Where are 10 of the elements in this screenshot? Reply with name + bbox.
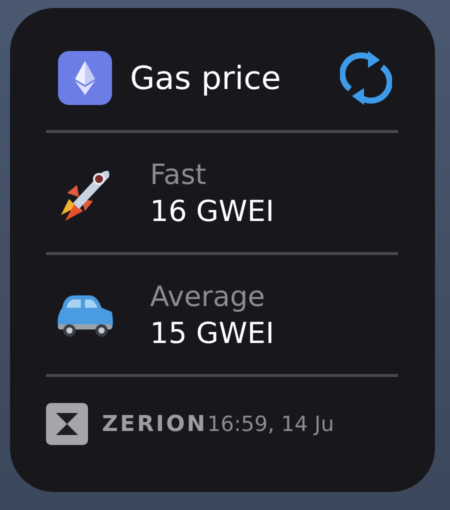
speed-label: Fast [150, 156, 208, 192]
speed-label: Average [150, 278, 266, 314]
gas-price-value: 15 GWEI [150, 314, 274, 350]
zerion-logo-icon [46, 403, 88, 445]
ethereum-icon [58, 51, 112, 105]
refresh-icon[interactable] [340, 49, 392, 107]
widget-title: Gas price [130, 59, 282, 97]
timestamp: 16:59, 14 Ju [207, 412, 334, 436]
brand-name: ZERION [102, 412, 208, 436]
gas-price-value: 16 GWEI [150, 192, 274, 228]
